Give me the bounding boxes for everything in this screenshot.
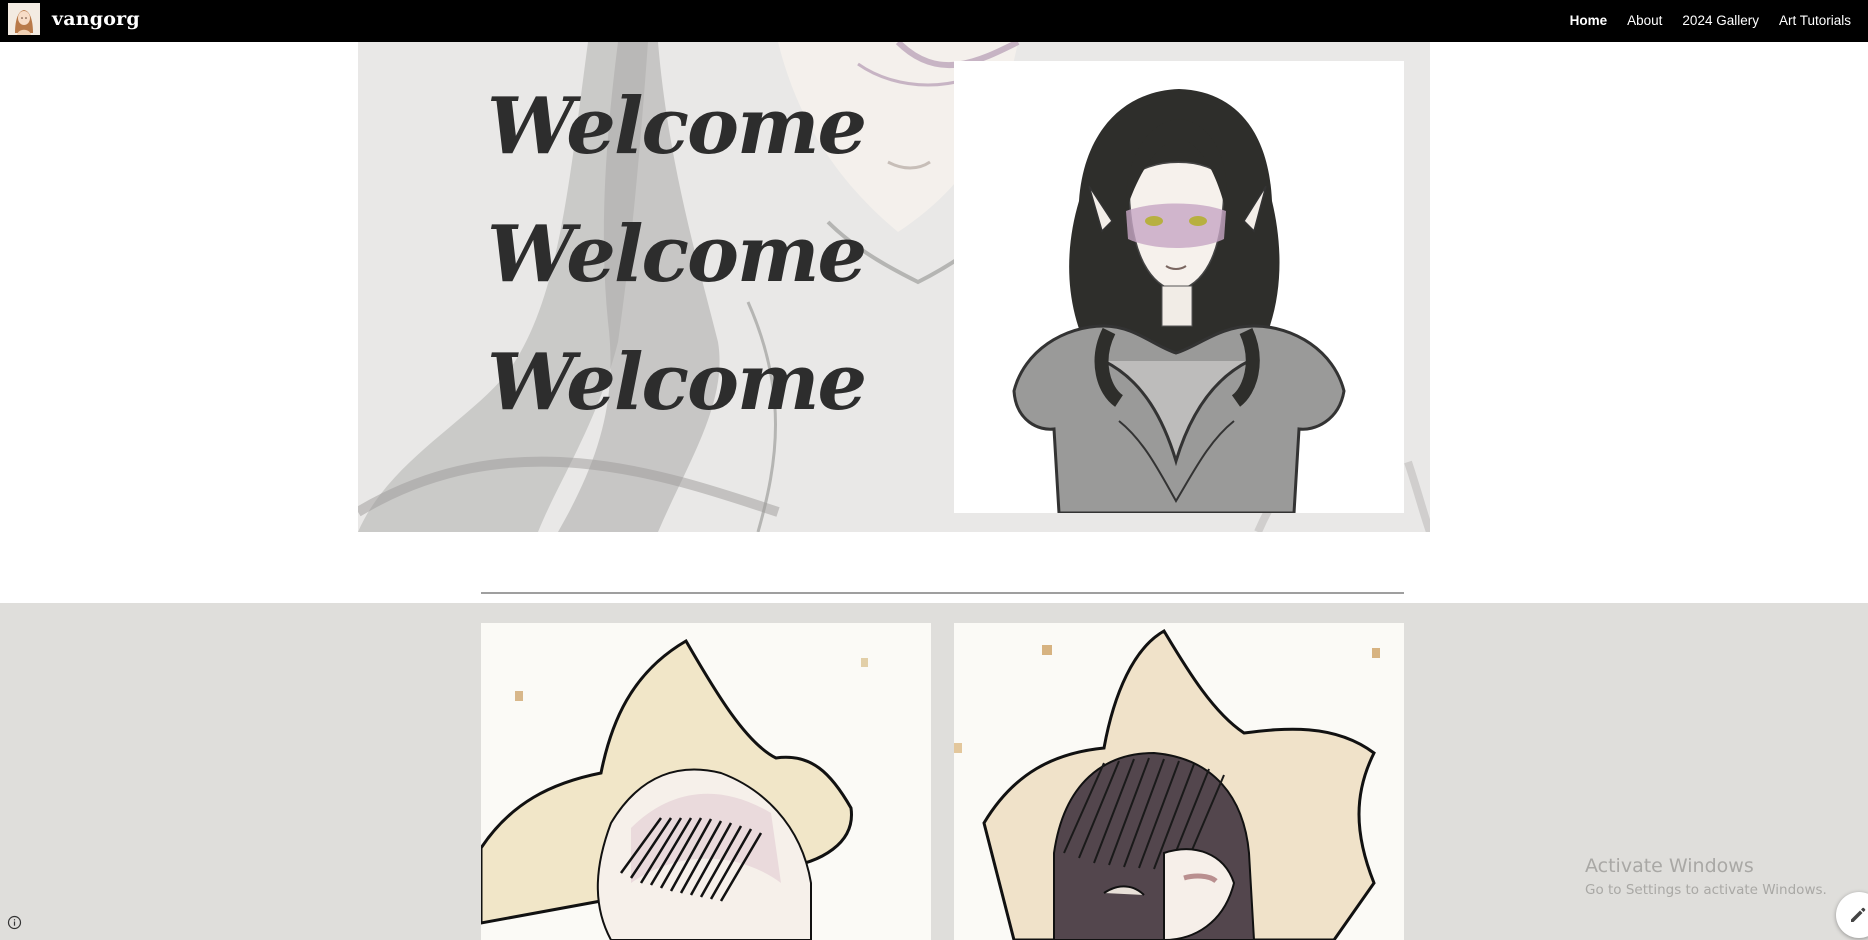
site-title[interactable]: vangorg (52, 8, 140, 30)
welcome-heading-1: Welcome (487, 81, 867, 172)
avatar-portrait-icon (8, 3, 40, 35)
portrait-illustration (954, 61, 1404, 513)
gallery-image-2[interactable] (954, 623, 1404, 940)
top-navigation-bar: vangorg Home About 2024 Gallery Art Tuto… (0, 0, 1868, 42)
nav-item-art-tutorials[interactable]: Art Tutorials (1779, 13, 1851, 28)
gallery-image-1[interactable] (481, 623, 931, 940)
welcome-heading-3: Welcome (487, 337, 867, 428)
windows-activation-watermark: Activate Windows Go to Settings to activ… (1585, 855, 1827, 898)
main-nav: Home About 2024 Gallery Art Tutorials (1570, 0, 1851, 40)
witch-hat-sketch-1 (481, 623, 931, 940)
welcome-heading-2: Welcome (487, 209, 867, 300)
section-divider (481, 592, 1404, 594)
info-icon[interactable] (7, 915, 22, 930)
nav-item-home[interactable]: Home (1570, 13, 1608, 28)
site-logo[interactable] (8, 3, 40, 35)
nav-item-about[interactable]: About (1627, 13, 1662, 28)
activation-subtitle: Go to Settings to activate Windows. (1585, 882, 1827, 898)
witch-hat-sketch-2 (954, 623, 1404, 940)
hero-portrait-image (954, 61, 1404, 513)
nav-item-2024-gallery[interactable]: 2024 Gallery (1682, 13, 1759, 28)
pencil-icon (1851, 907, 1866, 922)
activation-title: Activate Windows (1585, 855, 1754, 877)
